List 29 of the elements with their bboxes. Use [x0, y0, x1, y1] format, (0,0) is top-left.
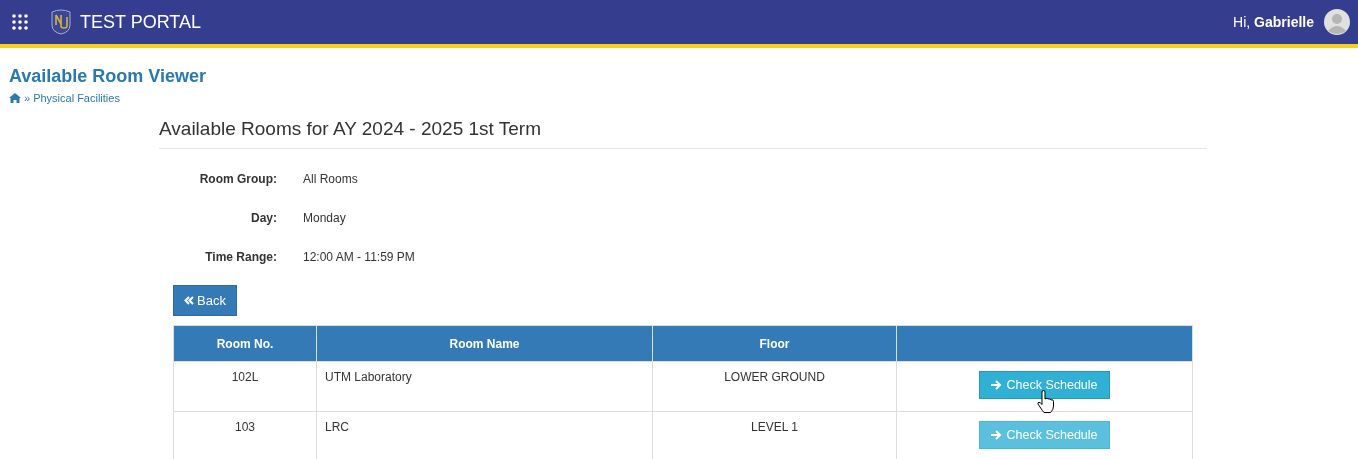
detail-value: All Rooms: [303, 171, 359, 187]
detail-label: Room Group:: [198, 171, 277, 187]
detail-value: 12:00 AM - 11:59 PM: [303, 249, 416, 265]
arrow-right-icon: [991, 380, 1003, 390]
detail-value: Monday: [303, 210, 347, 226]
breadcrumb-separator: »: [24, 92, 31, 104]
table-cell: 103: [173, 411, 317, 459]
page-title: Available Room Viewer: [9, 66, 208, 87]
portal-title: TEST PORTAL: [80, 11, 202, 33]
user-greeting: Hi, Gabrielle: [1233, 14, 1314, 30]
home-icon[interactable]: [9, 93, 21, 103]
section-title: Available Rooms for AY 2024 - 2025 1st Term: [159, 118, 1207, 149]
breadcrumb-link[interactable]: Physical Facilities: [33, 92, 120, 104]
apps-grid-icon[interactable]: [12, 14, 28, 30]
double-chevron-left-icon: [184, 296, 194, 305]
table-cell: UTM Laboratory: [316, 361, 653, 412]
detail-label: Day:: [250, 210, 277, 226]
column-header: Room Name: [316, 325, 653, 362]
column-header: Floor: [652, 325, 897, 362]
detail-label: Time Range:: [204, 249, 277, 265]
back-button[interactable]: Back: [173, 285, 237, 316]
avatar-icon[interactable]: [1324, 9, 1350, 35]
table-cell: LOWER GROUND: [652, 361, 897, 412]
pointer-cursor-icon: [1037, 390, 1055, 414]
column-header: Room No.: [173, 325, 317, 362]
table-cell: 102L: [173, 361, 317, 412]
shield-logo-icon: [50, 9, 72, 35]
check-schedule-button[interactable]: Check Schedule: [979, 371, 1110, 399]
arrow-right-icon: [991, 430, 1003, 440]
